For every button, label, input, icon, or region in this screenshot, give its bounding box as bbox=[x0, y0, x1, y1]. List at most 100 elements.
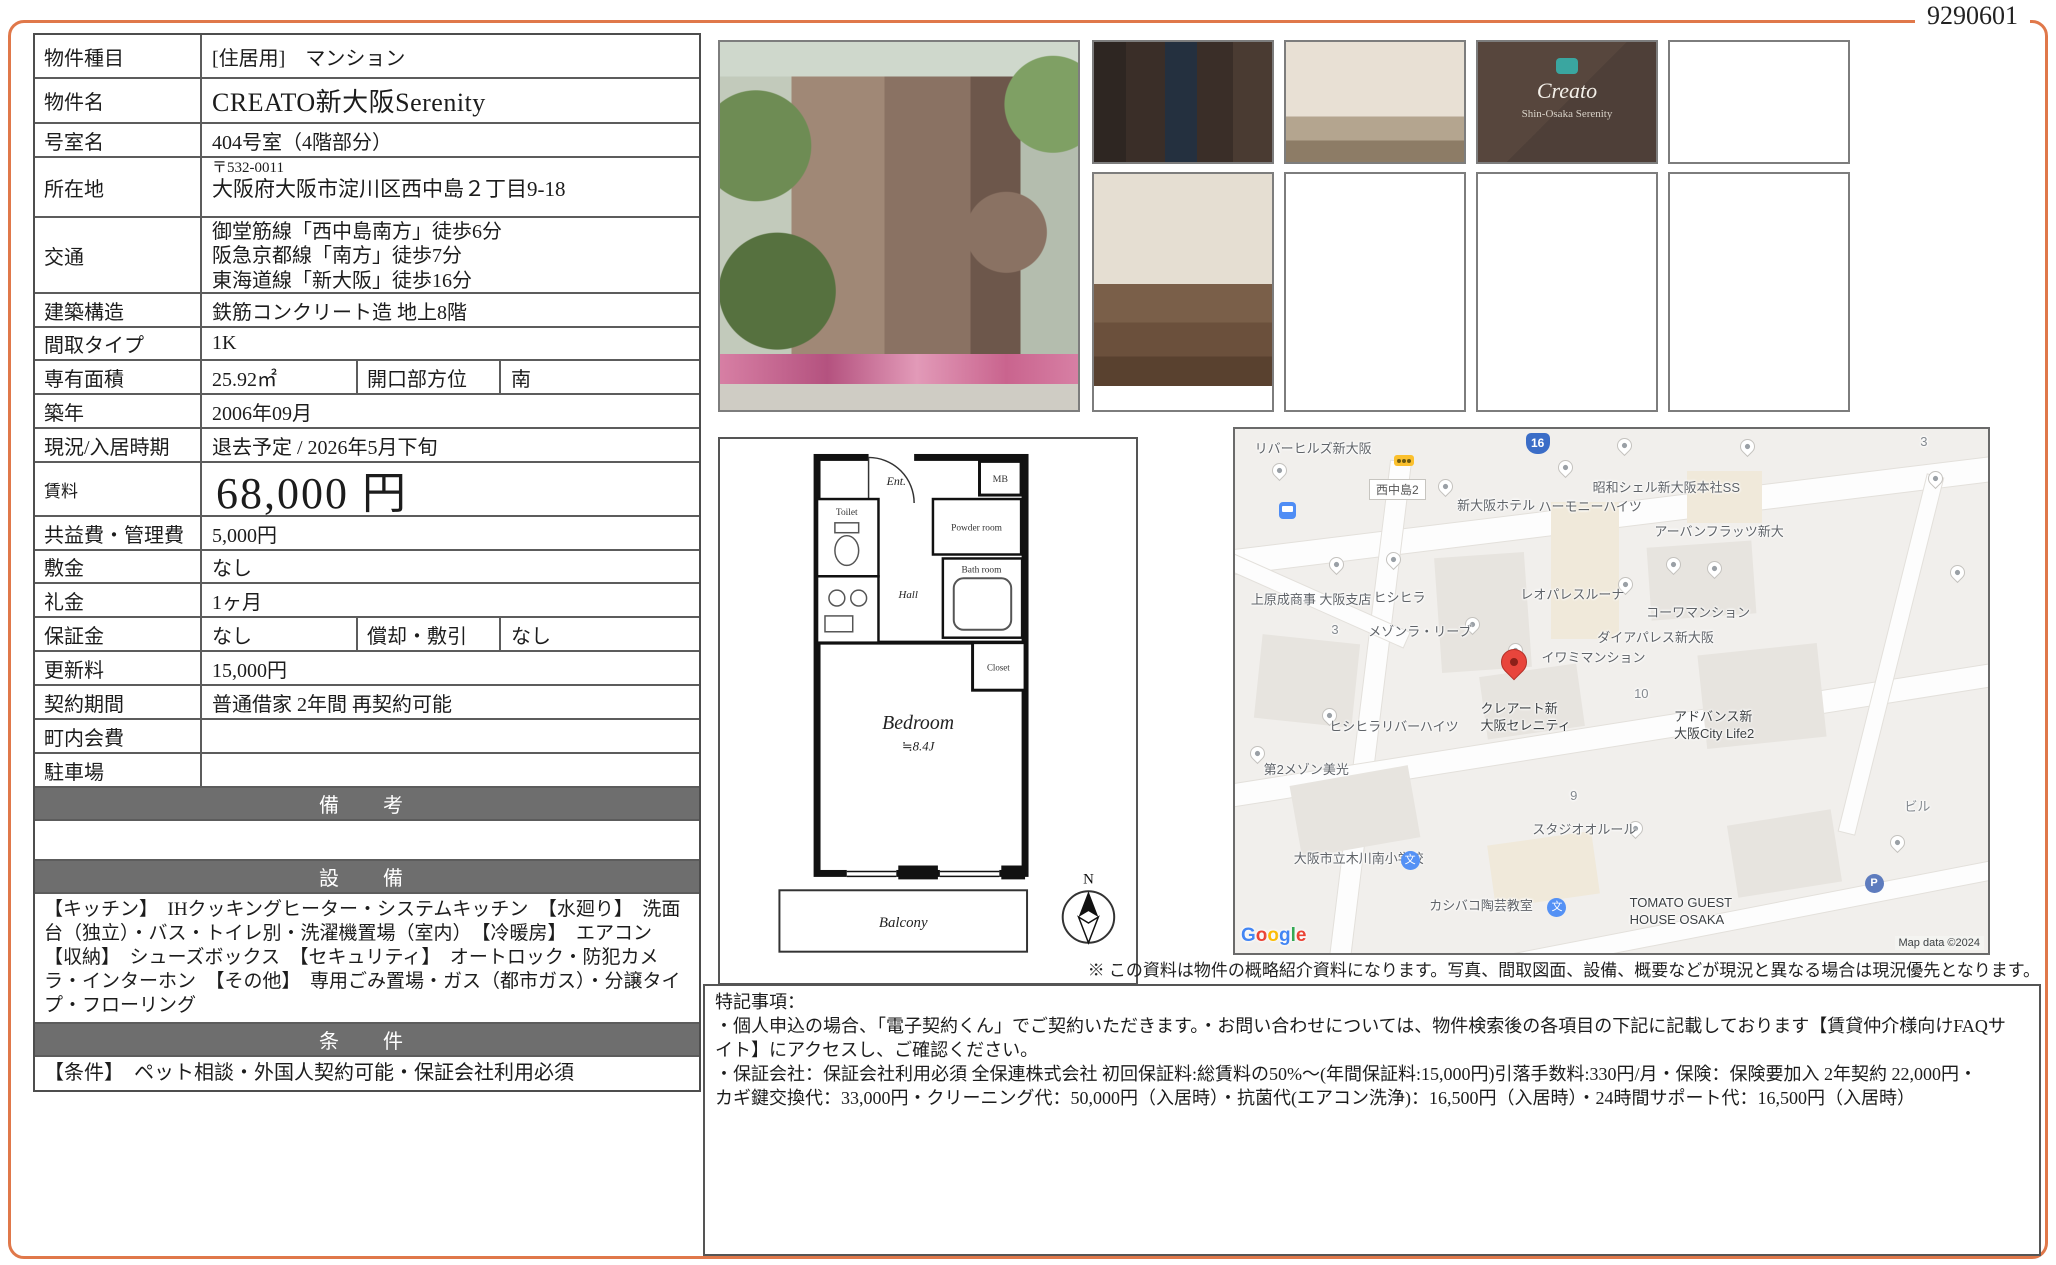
row-label: 交通 bbox=[35, 218, 202, 292]
table-row: 町内会費 bbox=[35, 720, 699, 754]
photo-creato-sign: Creato Shin-Osaka Serenity bbox=[1476, 40, 1658, 164]
map-label: カシバコ陶芸教室 bbox=[1429, 895, 1533, 914]
special-notes-box: 特記事項： ・個人申込の場合、「電子契約くん」でご契約いただきます。・お問い合わ… bbox=[703, 984, 2041, 1256]
map-attribution: Map data ©2024 bbox=[1895, 936, 1985, 950]
interior-room-image bbox=[1286, 42, 1464, 162]
row-label: 号室名 bbox=[35, 124, 202, 156]
map-label: アドバンス新大阪City Life2 bbox=[1674, 709, 1754, 742]
table-row: 建築構造 鉄筋コンクリート造 地上8階 bbox=[35, 294, 699, 328]
row-label: 現況/入居時期 bbox=[35, 429, 202, 461]
map-label: ダイアパレス新大阪 bbox=[1597, 627, 1714, 646]
row-value: なし bbox=[501, 618, 699, 650]
flower-bed bbox=[720, 354, 1078, 384]
school-icon: 文 bbox=[1547, 898, 1566, 917]
map-label: レオパレスルーナ bbox=[1520, 584, 1624, 603]
row-label: 礼金 bbox=[35, 584, 202, 616]
google-logo: Google bbox=[1241, 925, 1306, 947]
map-label: イワミマンション bbox=[1541, 647, 1645, 666]
table-row: 間取タイプ 1K bbox=[35, 328, 699, 361]
row-value: 404号室（4階部分） bbox=[202, 124, 699, 156]
document-number: 9290601 bbox=[1915, 1, 2030, 31]
map-label: 第2メゾン美光 bbox=[1264, 759, 1349, 778]
row-value: なし bbox=[202, 551, 699, 582]
map-label: 上原成商事 大阪支店 bbox=[1251, 589, 1372, 608]
map-label: クレアート新大阪セレニティ bbox=[1480, 701, 1570, 734]
transport-line: 東海道線「新大阪」徒歩16分 bbox=[212, 269, 689, 293]
photo-placeholder-empty bbox=[1668, 172, 1850, 412]
row-value: 〒532-0011 大阪府大阪市淀川区西中島２丁目9-18 bbox=[202, 158, 699, 216]
map-pin-icon bbox=[1663, 554, 1684, 575]
map-pin-icon bbox=[1326, 554, 1347, 575]
row-label: 償却・敷引 bbox=[356, 618, 501, 650]
entrance-exterior-image bbox=[1094, 42, 1272, 162]
creato-sign-title: Creato bbox=[1478, 78, 1656, 104]
map-pin-icon bbox=[1925, 468, 1946, 489]
notes-line: ・個人申込の場合、「電子契約くん」でご契約いただきます。・お問い合わせについては… bbox=[715, 1015, 2029, 1039]
entrance-hall-image bbox=[1094, 174, 1272, 386]
map-pin-icon bbox=[1947, 562, 1968, 583]
map-label: スタジオオルール bbox=[1532, 819, 1636, 838]
photo-building-exterior bbox=[718, 40, 1080, 412]
property-table: 物件種目 [住居用] マンション 物件名 CREATO新大阪Serenity 号… bbox=[33, 33, 701, 1092]
school-icon: 文 bbox=[1401, 851, 1420, 870]
photo-placeholder-empty bbox=[1476, 172, 1658, 412]
property-sheet: 9290601 物件種目 [住居用] マンション 物件名 CREATO新大阪Se… bbox=[0, 0, 2056, 1265]
row-label: 物件種目 bbox=[35, 35, 202, 77]
map-label: リバーヒルズ新大阪 bbox=[1255, 438, 1372, 457]
disclaimer-note: ※ この資料は物件の概略紹介資料になります。写真、間取図面、設備、概要などが現況… bbox=[703, 956, 2040, 981]
map-property-pin-icon bbox=[1495, 644, 1532, 681]
row-label: 専有面積 bbox=[35, 361, 202, 393]
row-label: 間取タイプ bbox=[35, 328, 202, 359]
table-row: 敷金 なし bbox=[35, 551, 699, 584]
table-row: 賃料 68,000 円 bbox=[35, 463, 699, 517]
row-label: 駐車場 bbox=[35, 754, 202, 786]
row-label: 築年 bbox=[35, 395, 202, 427]
compass-north-label: N bbox=[1083, 871, 1094, 887]
photo-interior-window bbox=[1668, 40, 1850, 164]
row-label: 共益費・管理費 bbox=[35, 517, 202, 549]
map-label: 新大阪ホテル bbox=[1457, 495, 1535, 514]
traffic-light-icon bbox=[1394, 455, 1414, 466]
meter-box-label: MB bbox=[993, 474, 1009, 485]
creato-logo-icon bbox=[1556, 58, 1578, 74]
row-label: 敷金 bbox=[35, 551, 202, 582]
table-row: 号室名 404号室（4階部分） bbox=[35, 124, 699, 158]
row-label: 開口部方位 bbox=[356, 361, 501, 393]
remarks-content bbox=[35, 821, 699, 861]
map-label: ヒシヒラ bbox=[1374, 587, 1426, 606]
table-row: 契約期間 普通借家 2年間 再契約可能 bbox=[35, 686, 699, 720]
transport-line: 阪急京都線「南方」徒歩7分 bbox=[212, 244, 689, 268]
conditions-content: 【条件】 ペット相談・外国人契約可能・保証会社利用必須 bbox=[35, 1057, 699, 1090]
table-row: 駐車場 bbox=[35, 754, 699, 788]
row-value: 15,000円 bbox=[202, 652, 699, 684]
map-number-label: 10 bbox=[1634, 686, 1648, 701]
section-header-remarks: 備 考 bbox=[35, 788, 699, 821]
creato-sign-subtitle: Shin-Osaka Serenity bbox=[1478, 108, 1656, 120]
row-value bbox=[202, 720, 699, 752]
notes-line: ・保証会社：保証会社利用必須 全保連株式会社 初回保証料:総賃料の50%～(年間… bbox=[715, 1063, 2029, 1087]
map-pin-icon bbox=[1269, 460, 1290, 481]
floorplan-panel: Balcony Ent. MB Powder room Bath room To… bbox=[718, 437, 1138, 985]
building-exterior-image bbox=[720, 42, 1078, 388]
row-label: 所在地 bbox=[35, 158, 202, 216]
map-label: メゾンラ・リーブ bbox=[1368, 621, 1471, 640]
table-row: 物件種目 [住居用] マンション bbox=[35, 35, 699, 79]
parking-icon: P bbox=[1865, 874, 1884, 893]
map-label: アーバンフラッツ新大 bbox=[1654, 521, 1783, 540]
table-row: 礼金 1ヶ月 bbox=[35, 584, 699, 618]
photo-placeholder-empty bbox=[1284, 172, 1466, 412]
interior-window-image bbox=[1670, 42, 1848, 162]
rent-value: 68,000 円 bbox=[202, 463, 699, 515]
entrance-label: Ent. bbox=[886, 474, 906, 488]
location-map[interactable]: リバーヒルズ新大阪西中島2163新大阪ホテルハーモニーハイツ昭和シェル新大阪本社… bbox=[1233, 427, 1990, 955]
map-pin-icon bbox=[1887, 832, 1908, 853]
row-label: 物件名 bbox=[35, 79, 202, 122]
hall-label: Hall bbox=[898, 589, 918, 601]
row-value: 鉄筋コンクリート造 地上8階 bbox=[202, 294, 699, 326]
map-number-label: 3 bbox=[1331, 622, 1338, 637]
bath-room-label: Bath room bbox=[962, 565, 1003, 575]
table-row: 専有面積 25.92㎡ 開口部方位 南 bbox=[35, 361, 699, 395]
map-label: TOMATO GUESTHOUSE OSAKA bbox=[1630, 895, 1733, 928]
section-header-equipment: 設 備 bbox=[35, 861, 699, 894]
transport-line: 御堂筋線「西中島南方」徒歩6分 bbox=[212, 220, 689, 244]
